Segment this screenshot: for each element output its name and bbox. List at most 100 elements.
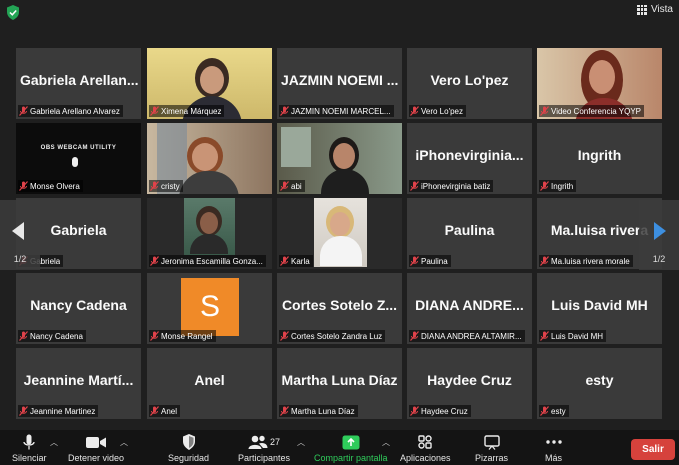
participant-name: Ingrith (551, 181, 574, 191)
participant-name-tag: Paulina (409, 255, 451, 267)
mic-muted-icon (540, 406, 549, 416)
participant-name-tag: Nancy Cadena (18, 330, 86, 342)
chevron-left-icon (12, 222, 24, 240)
participant-display-name: iPhonevirginia... (415, 147, 524, 163)
previous-page-button[interactable]: 1/2 (0, 200, 40, 270)
participant-tile[interactable]: Vero Lo'pez Vero Lo'pez (407, 48, 532, 119)
participant-tile[interactable]: Anel Anel (147, 348, 272, 419)
security-label: Seguridad (168, 453, 210, 463)
security-shield-icon[interactable] (6, 5, 20, 20)
participant-tile[interactable]: Karla (277, 198, 402, 269)
participant-name: Monse Rangel (161, 331, 213, 341)
page-indicator-right: 1/2 (652, 254, 666, 264)
participant-name: DIANA ANDREA ALTAMIR... (421, 331, 522, 341)
participant-name: Karla (291, 256, 310, 266)
participant-tile[interactable]: JAZMIN NOEMI ... JAZMIN NOEMI MARCEL... (277, 48, 402, 119)
mic-muted-icon (280, 331, 289, 341)
mic-muted-icon (19, 106, 28, 116)
participant-display-name: Paulina (444, 222, 495, 238)
view-button[interactable]: Vista (636, 4, 673, 15)
participants-options-caret-icon[interactable]: ︿ (297, 437, 305, 448)
mic-muted-icon (19, 181, 28, 191)
participants-icon (248, 435, 268, 449)
participant-name: Gabriela Arellano Alvarez (30, 106, 120, 116)
participant-tile[interactable]: S Monse Rangel (147, 273, 272, 344)
mic-muted-icon (150, 256, 159, 266)
audio-options-caret-icon[interactable]: ︿ (50, 437, 58, 448)
mute-button[interactable]: Silenciar (12, 433, 47, 463)
participant-tile[interactable]: Cortes Sotelo Z... Cortes Sotelo Zandra L… (277, 273, 402, 344)
participant-name: esty (551, 406, 566, 416)
meeting-toolbar: Silenciar ︿ Detener video ︿ Seguridad 27… (0, 430, 679, 465)
participant-tile[interactable]: esty esty (537, 348, 662, 419)
participant-name: cristy (161, 181, 180, 191)
participant-name: abi (291, 181, 302, 191)
participant-tile[interactable]: Paulina Paulina (407, 198, 532, 269)
apps-button[interactable]: Aplicaciones (400, 433, 451, 463)
participant-name: Ximena Márquez (161, 106, 222, 116)
participant-name: Video Conferencia YQYP (551, 106, 641, 116)
participant-tile[interactable]: abi (277, 123, 402, 194)
participant-tile[interactable]: Ximena Márquez (147, 48, 272, 119)
mic-muted-icon (150, 331, 159, 341)
mic-muted-icon (410, 256, 419, 266)
participant-name-tag: Martha Luna Díaz (279, 405, 358, 417)
participant-display-name: Luis David MH (551, 297, 648, 313)
participant-tile[interactable]: Luis David MH Luis David MH (537, 273, 662, 344)
participant-name-tag: Vero Lo'pez (409, 105, 467, 117)
more-dots-icon (545, 433, 562, 451)
participant-name: Luis David MH (551, 331, 604, 341)
participant-name-tag: Video Conferencia YQYP (539, 105, 644, 117)
participant-display-name: esty (585, 372, 614, 388)
whiteboard-button[interactable]: Pizarras (475, 433, 508, 463)
mute-label: Silenciar (12, 453, 47, 463)
leave-button[interactable]: Salir (631, 439, 675, 460)
share-screen-button[interactable]: Compartir pantalla (314, 433, 388, 463)
participant-display-name: Vero Lo'pez (430, 72, 509, 88)
participant-name: Nancy Cadena (30, 331, 83, 341)
participant-tile[interactable]: Nancy Cadena Nancy Cadena (16, 273, 141, 344)
participant-name-tag: DIANA ANDREA ALTAMIR... (409, 330, 525, 342)
participant-tile[interactable]: Martha Luna Díaz Martha Luna Díaz (277, 348, 402, 419)
participant-tile[interactable]: DIANA ANDRE... DIANA ANDREA ALTAMIR... (407, 273, 532, 344)
video-options-caret-icon[interactable]: ︿ (120, 437, 128, 448)
top-bar: Vista (0, 0, 679, 24)
participant-tile[interactable]: Haydee Cruz Haydee Cruz (407, 348, 532, 419)
participant-display-name: Gabriela Arellan... (20, 72, 139, 88)
participant-tile[interactable]: Gabriela Arellan... Gabriela Arellano Alv… (16, 48, 141, 119)
stop-video-button[interactable]: Detener video (68, 433, 124, 463)
participant-name-tag: Luis David MH (539, 330, 607, 342)
mic-muted-icon (540, 331, 549, 341)
participant-tile[interactable]: Jeannine Martí... Jeannine Martinez (16, 348, 141, 419)
participant-tile[interactable]: cristy (147, 123, 272, 194)
participant-display-name: Martha Luna Díaz (281, 372, 398, 388)
participant-tile[interactable]: Jeronima Escamilla Gonza... (147, 198, 272, 269)
participants-label: Participantes (238, 453, 291, 463)
video-camera-icon (86, 433, 107, 451)
participants-button[interactable]: 27 Participantes (238, 433, 290, 463)
participant-name: Cortes Sotelo Zandra Luz (291, 331, 383, 341)
more-button[interactable]: Más (545, 433, 562, 463)
participant-name: Haydee Cruz (421, 406, 468, 416)
participant-name: Martha Luna Díaz (291, 406, 355, 416)
participant-display-name: Ingrith (577, 147, 622, 163)
participant-tile[interactable]: iPhonevirginia... iPhonevirginia batiz (407, 123, 532, 194)
view-label: Vista (650, 4, 673, 15)
mic-muted-icon (150, 181, 159, 191)
next-page-button[interactable]: 1/2 (639, 200, 679, 270)
participants-count: 27 (270, 437, 281, 447)
mic-muted-icon (19, 331, 28, 341)
participant-tile[interactable]: Ingrith Ingrith (537, 123, 662, 194)
participant-name-tag: Ingrith (539, 180, 577, 192)
participant-tile[interactable]: Video Conferencia YQYP (537, 48, 662, 119)
participant-tile[interactable]: OBS WEBCAM UTILITY Monse Olvera (16, 123, 141, 194)
security-button[interactable]: Seguridad (168, 433, 209, 463)
share-screen-icon (342, 433, 360, 451)
participant-name: Monse Olvera (30, 181, 80, 191)
participant-name-tag: Karla (279, 255, 313, 267)
share-options-caret-icon[interactable]: ︿ (382, 437, 390, 448)
avatar: S (181, 278, 239, 336)
participant-name-tag: Gabriela Arellano Alvarez (18, 105, 123, 117)
whiteboard-label: Pizarras (475, 453, 509, 463)
mic-muted-icon (410, 331, 419, 341)
